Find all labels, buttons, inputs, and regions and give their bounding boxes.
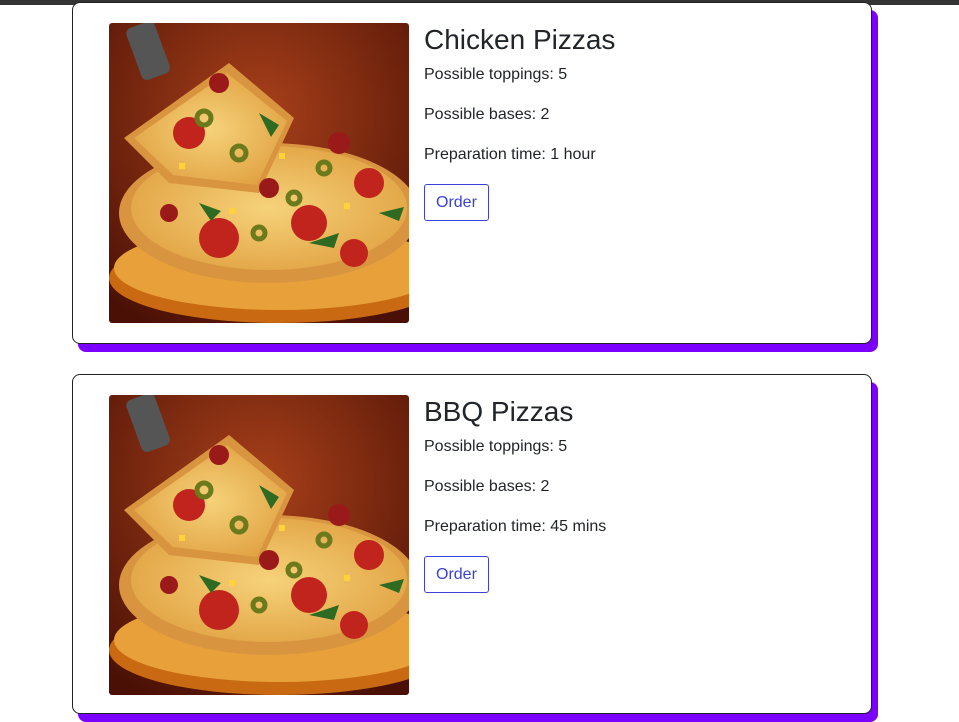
toppings-text: Possible toppings: 5 xyxy=(424,66,568,83)
order-button[interactable]: Order xyxy=(424,184,489,221)
pizza-photo-icon xyxy=(109,23,409,323)
card-body: BBQ Pizzas Possible toppings: 5 Possible… xyxy=(72,374,872,714)
bases-text: Possible bases: 2 xyxy=(424,478,550,495)
pizza-card: Chicken Pizzas Possible toppings: 5 Poss… xyxy=(72,2,878,352)
pizza-card: BBQ Pizzas Possible toppings: 5 Possible… xyxy=(72,374,878,722)
prep-time-text: Preparation time: 45 mins xyxy=(424,518,607,535)
order-button[interactable]: Order xyxy=(424,556,489,593)
card-title: Chicken Pizzas xyxy=(424,24,616,55)
prep-time-text: Preparation time: 1 hour xyxy=(424,146,596,163)
toppings-text: Possible toppings: 5 xyxy=(424,438,568,455)
pizza-image xyxy=(109,395,409,695)
card-body: Chicken Pizzas Possible toppings: 5 Poss… xyxy=(72,2,872,344)
pizza-image xyxy=(109,23,409,323)
card-title: BBQ Pizzas xyxy=(424,396,574,427)
pizza-photo-icon xyxy=(109,395,409,695)
bases-text: Possible bases: 2 xyxy=(424,106,550,123)
